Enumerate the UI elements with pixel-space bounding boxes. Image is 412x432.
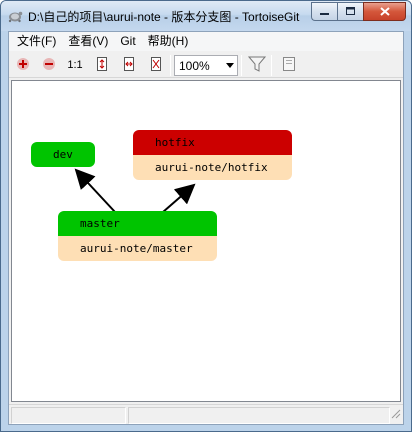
status-pane bbox=[128, 407, 390, 424]
fit-width-icon bbox=[123, 56, 135, 75]
branch-label: dev bbox=[31, 142, 95, 167]
minimize-icon bbox=[319, 5, 330, 19]
zoom-in-button[interactable] bbox=[13, 55, 33, 75]
menu-view[interactable]: 查看(V) bbox=[62, 32, 114, 51]
graph-node-master[interactable]: master aurui-note/master bbox=[58, 211, 217, 261]
window-title: D:\自己的项目\aurui-note - 版本分支图 - TortoiseGi… bbox=[28, 10, 300, 24]
close-icon bbox=[379, 5, 390, 19]
menu-help[interactable]: 帮助(H) bbox=[142, 32, 195, 51]
toolbar-separator bbox=[271, 55, 272, 76]
overview-icon bbox=[282, 56, 296, 75]
branch-label: master bbox=[58, 211, 217, 236]
zoom-select[interactable]: 100% bbox=[174, 55, 238, 76]
branch-label: hotfix bbox=[133, 130, 292, 155]
zoom-reset-icon: 1:1 bbox=[67, 59, 83, 71]
maximize-icon bbox=[345, 5, 356, 19]
menu-bar: 文件(F) 查看(V) Git 帮助(H) bbox=[9, 32, 403, 51]
menu-file[interactable]: 文件(F) bbox=[11, 32, 62, 51]
minimize-button[interactable] bbox=[311, 2, 337, 21]
overview-button[interactable] bbox=[279, 55, 299, 75]
toolbar-separator bbox=[170, 55, 171, 76]
zoom-out-icon bbox=[42, 57, 56, 74]
zoom-reset-button[interactable]: 1:1 bbox=[65, 55, 85, 75]
zoom-out-button[interactable] bbox=[39, 55, 59, 75]
maximize-button[interactable] bbox=[337, 2, 363, 21]
resize-grip-icon[interactable] bbox=[391, 408, 401, 422]
fit-window-icon bbox=[150, 56, 162, 75]
fit-height-icon bbox=[96, 56, 108, 75]
chevron-down-icon bbox=[226, 63, 234, 68]
menu-git[interactable]: Git bbox=[114, 32, 141, 51]
edge-master-dev bbox=[74, 168, 116, 213]
filter-icon bbox=[247, 55, 267, 76]
graph-node-dev[interactable]: dev bbox=[31, 142, 95, 167]
toolbar: 1:1 100% bbox=[9, 52, 403, 78]
window-client-area: 文件(F) 查看(V) Git 帮助(H) 1:1 100% dev hotfi… bbox=[8, 31, 404, 425]
zoom-value: 100% bbox=[179, 58, 210, 73]
filter-button[interactable] bbox=[247, 55, 267, 75]
close-button[interactable] bbox=[363, 2, 406, 21]
ref-label: aurui-note/master bbox=[58, 236, 217, 261]
fit-width-button[interactable] bbox=[119, 55, 139, 75]
zoom-in-icon bbox=[16, 57, 30, 74]
status-pane bbox=[11, 407, 126, 424]
title-bar[interactable]: D:\自己的项目\aurui-note - 版本分支图 - TortoiseGi… bbox=[1, 1, 411, 31]
graph-node-hotfix[interactable]: hotfix aurui-note/hotfix bbox=[133, 130, 292, 180]
tortoisegit-icon bbox=[7, 8, 23, 24]
revision-graph-canvas[interactable]: dev hotfix aurui-note/hotfix master auru… bbox=[11, 80, 401, 402]
caption-buttons bbox=[311, 2, 406, 21]
edge-master-hotfix bbox=[162, 183, 196, 213]
toolbar-separator bbox=[241, 55, 242, 76]
ref-label: aurui-note/hotfix bbox=[133, 155, 292, 180]
app-window: D:\自己的项目\aurui-note - 版本分支图 - TortoiseGi… bbox=[0, 0, 412, 432]
fit-height-button[interactable] bbox=[92, 55, 112, 75]
fit-window-button[interactable] bbox=[146, 55, 166, 75]
status-bar bbox=[9, 404, 403, 424]
